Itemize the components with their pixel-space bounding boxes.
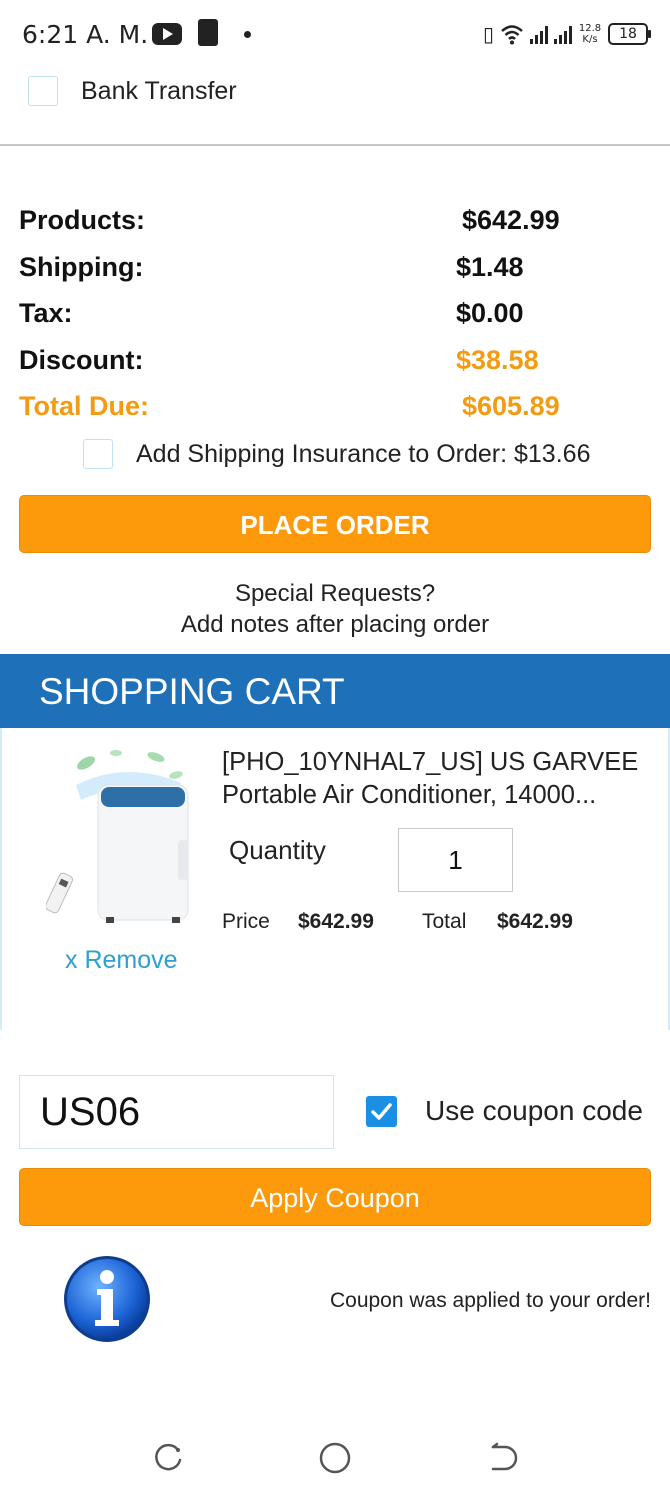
discount-label: Discount: [19,344,144,375]
status-time: 6:21 A. M. [22,20,149,49]
network-speed-value: 12.8 [578,23,602,34]
total-value: $642.99 [497,910,573,933]
status-indicators: ▯ 12.8 K/s 18 [482,18,651,50]
totals-row-shipping: Shipping: $1.48 [19,252,659,299]
file-notification-icon [198,19,218,46]
checkmark-icon [371,1103,392,1120]
totals-row-tax: Tax: $0.00 [19,298,659,345]
shipping-value: $1.48 [456,251,524,282]
totals-row-total-due: Total Due: $605.89 [19,391,659,438]
signal-2-icon [554,24,572,44]
special-requests-note: Special Requests? Add notes after placin… [0,578,670,640]
tax-label: Tax: [19,298,73,328]
quantity-label: Quantity [229,835,326,865]
special-requests-title: Special Requests? [234,580,436,607]
apply-coupon-button[interactable]: Apply Coupon [19,1168,651,1226]
network-speed: 12.8 K/s [578,23,602,45]
payment-option-bank-transfer[interactable]: Bank Transfer [28,74,237,108]
products-value: $642.99 [462,205,560,235]
special-requests-subtitle: Add notes after placing order [180,611,490,638]
signal-1-icon [530,24,548,44]
recent-apps-icon[interactable] [150,1440,186,1476]
status-bar: 6:21 A. M. ▯ 12.8 K/s 18 [0,0,670,68]
total-due-value: $605.89 [462,391,560,421]
totals-row-discount: Discount: $38.58 [19,345,659,392]
quantity-input[interactable]: 1 [398,828,513,892]
more-notifications-dot-icon [244,31,251,38]
product-name[interactable]: [PHO_10YNHAL7_US] US GARVEE Portable Air… [222,746,652,811]
coupon-code-input[interactable]: US06 [19,1075,334,1149]
wifi-icon [500,23,524,45]
discount-value: $38.58 [456,344,539,375]
youtube-notification-icon [152,23,182,45]
coupon-applied-message: Coupon was applied to your order! [329,1289,651,1312]
vibrate-icon: ▯ [482,22,494,46]
home-icon[interactable] [317,1440,353,1476]
remove-item-link[interactable]: x Remove [65,946,178,975]
shipping-label: Shipping: [19,251,144,282]
use-coupon-label: Use coupon code [425,1095,643,1126]
network-speed-unit: K/s [582,34,598,45]
shipping-insurance-checkbox[interactable] [83,439,113,469]
use-coupon-checkbox[interactable] [366,1096,397,1127]
info-icon [62,1254,152,1344]
tax-value: $0.00 [456,298,524,328]
bank-transfer-checkbox[interactable] [28,76,58,106]
bank-transfer-label: Bank Transfer [81,76,237,105]
shipping-insurance-label: Add Shipping Insurance to Order: $13.66 [136,439,591,468]
price-label: Price [222,910,270,933]
products-label: Products: [19,205,146,235]
battery-level: 18 [619,26,637,42]
shopping-cart-title: SHOPPING CART [39,671,345,712]
total-due-label: Total Due: [19,391,149,421]
totals-row-products: Products: $642.99 [19,205,659,252]
shopping-cart-header: SHOPPING CART [0,654,670,728]
order-totals: Products: $642.99 Shipping: $1.48 Tax: $… [19,205,659,438]
total-label: Total [422,910,467,933]
system-navigation-bar [0,1410,670,1500]
price-value: $642.99 [298,910,374,933]
section-divider [0,144,670,146]
shipping-insurance-option[interactable]: Add Shipping Insurance to Order: $13.66 [83,438,590,470]
place-order-button[interactable]: PLACE ORDER [19,495,651,553]
battery-icon: 18 [608,23,651,45]
product-image[interactable] [45,745,206,930]
back-icon[interactable] [485,1440,521,1476]
